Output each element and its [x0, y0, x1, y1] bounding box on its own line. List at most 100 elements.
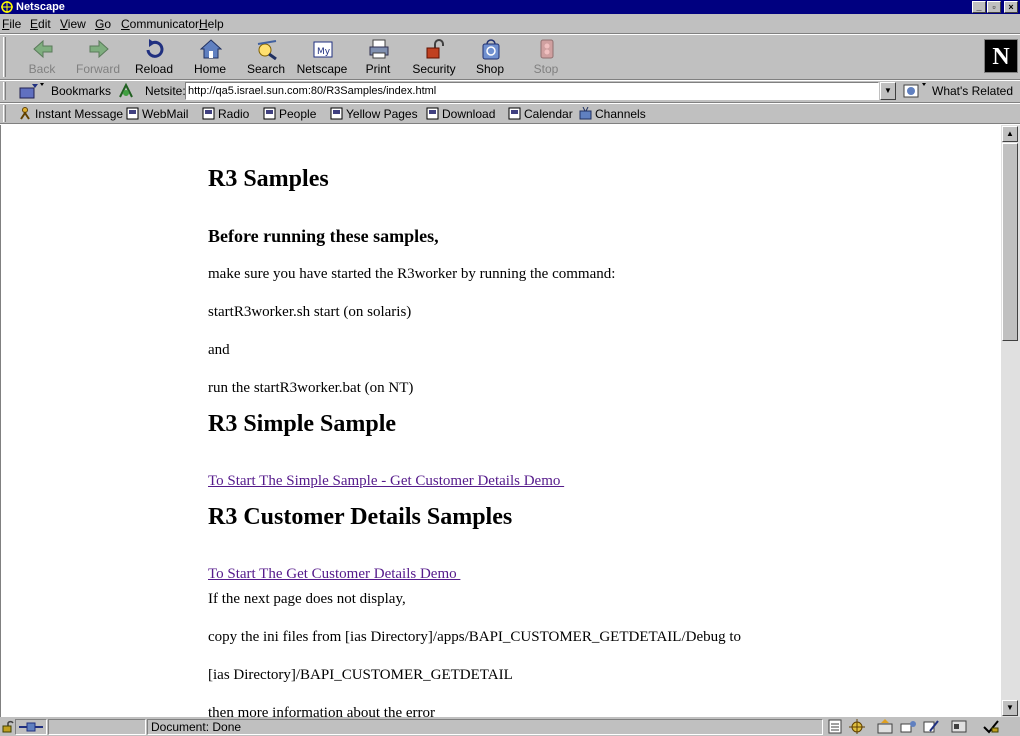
menu-edit[interactable]: Edit: [30, 17, 51, 31]
stop-icon: [540, 39, 554, 59]
personal-channels[interactable]: Channels: [579, 107, 646, 121]
security-button[interactable]: Security: [406, 35, 462, 79]
plug-icon: [19, 722, 43, 732]
channels-icon: [579, 107, 592, 120]
menu-help[interactable]: Help: [199, 17, 224, 31]
scroll-down-button[interactable]: ▼: [1002, 700, 1018, 716]
bookmarks-button[interactable]: Bookmarks: [51, 84, 111, 98]
personal-radio[interactable]: Radio: [202, 107, 249, 121]
arrow-up-icon: ▲: [1006, 129, 1014, 138]
netscape-logo-icon: [1, 1, 13, 13]
search-button[interactable]: Search: [238, 35, 294, 79]
paragraph: and: [208, 342, 230, 358]
stop-button[interactable]: Stop: [518, 35, 574, 79]
search-icon: [257, 40, 277, 60]
url-input[interactable]: http://qa5.israel.sun.com:80/R3Samples/i…: [185, 82, 879, 100]
my-netscape-icon: My: [313, 41, 333, 58]
netsite-label: Netsite:: [145, 84, 186, 98]
netscape-button[interactable]: My Netscape: [294, 35, 350, 79]
component-bar-newsgroups-icon[interactable]: [900, 719, 918, 734]
progress-panel: [48, 719, 146, 735]
bookmarks-icon: [19, 83, 44, 99]
component-bar-tasks-icon[interactable]: [982, 719, 1000, 734]
home-icon: [200, 39, 222, 59]
menu-view[interactable]: View: [60, 17, 86, 31]
menu-file[interactable]: File: [2, 17, 21, 31]
toolbar-grip[interactable]: [3, 82, 6, 100]
personal-download[interactable]: Download: [426, 107, 495, 121]
component-bar-navigator-icon[interactable]: [826, 719, 844, 734]
link-customer-details[interactable]: To Start The Get Customer Details Demo: [208, 566, 460, 583]
reload-button[interactable]: Reload: [126, 35, 182, 79]
back-button[interactable]: Back: [14, 35, 70, 79]
paragraph: run the startR3worker.bat (on NT): [208, 380, 414, 396]
heading-r3-customer-details: R3 Customer Details Samples: [208, 504, 513, 530]
close-button[interactable]: ×: [1004, 1, 1018, 13]
location-toolbar: Bookmarks Netsite: http://qa5.israel.sun…: [0, 80, 1020, 102]
personal-toolbar: Instant Message WebMail Radio People Yel…: [0, 103, 1020, 124]
heading-before-running: Before running these samples,: [208, 226, 439, 246]
status-bar: Document: Done: [0, 717, 1020, 736]
window-title: Netscape: [16, 1, 65, 13]
page-proxy-icon[interactable]: [117, 82, 135, 100]
printer-icon: [369, 39, 389, 59]
heading-r3-samples: R3 Samples: [208, 166, 329, 192]
connection-indicator: [15, 719, 47, 735]
person-icon: [20, 107, 30, 120]
scroll-up-button[interactable]: ▲: [1002, 126, 1018, 142]
print-button[interactable]: Print: [350, 35, 406, 79]
home-button[interactable]: Home: [182, 35, 238, 79]
chevron-down-icon: ▼: [884, 86, 892, 95]
forward-button[interactable]: Forward: [70, 35, 126, 79]
paragraph: copy the ini files from [ias Directory]/…: [208, 629, 742, 645]
link-simple-sample[interactable]: To Start The Simple Sample - Get Custome…: [208, 473, 564, 490]
url-dropdown-button[interactable]: ▼: [880, 82, 896, 100]
toolbar-grip[interactable]: [3, 37, 6, 77]
shopping-bag-icon: [482, 39, 500, 60]
reload-icon: [146, 39, 164, 58]
menu-go[interactable]: Go: [95, 17, 111, 31]
personal-webmail[interactable]: WebMail: [126, 107, 188, 121]
personal-calendar[interactable]: Calendar: [508, 107, 573, 121]
restore-button[interactable]: ▫: [987, 1, 1001, 13]
minimize-button[interactable]: _: [972, 1, 986, 13]
scroll-thumb[interactable]: [1002, 143, 1018, 341]
lock-icon: [426, 39, 444, 59]
component-bar-navigator-2-icon[interactable]: [848, 719, 866, 734]
back-arrow-icon: [33, 39, 53, 59]
personal-people[interactable]: People: [263, 107, 316, 121]
paragraph: then more information about the error: [208, 705, 436, 717]
paragraph: startR3worker.sh start (on solaris): [208, 304, 412, 320]
paragraph: If the next page does not display,: [208, 591, 406, 607]
component-bar-address-book-icon[interactable]: [950, 719, 968, 734]
personal-yellow-pages[interactable]: Yellow Pages: [330, 107, 418, 121]
security-lock-icon[interactable]: [2, 720, 14, 733]
bookmark-page-icon: [263, 107, 276, 120]
bookmark-page-icon: [426, 107, 439, 120]
page-content: R3 Samples Before running these samples,…: [0, 125, 1001, 717]
status-text: Document: Done: [147, 719, 823, 735]
vertical-scrollbar[interactable]: ▲ ▼: [1001, 125, 1020, 717]
paragraph: make sure you have started the R3worker …: [208, 266, 616, 282]
arrow-down-icon: ▼: [1006, 703, 1014, 712]
bookmark-page-icon: [202, 107, 215, 120]
whats-related-button[interactable]: What's Related: [932, 84, 1013, 98]
title-bar: Netscape _ ▫ ×: [0, 0, 1020, 14]
menu-bar: File Edit View Go Communicator Help: [0, 14, 1020, 33]
navigation-toolbar: Back Forward Reload Home Search My Netsc…: [0, 35, 1020, 79]
bookmark-page-icon: [508, 107, 521, 120]
menu-communicator[interactable]: Communicator: [121, 17, 199, 31]
bookmark-page-icon: [330, 107, 343, 120]
component-bar-composer-icon[interactable]: [922, 719, 940, 734]
shop-button[interactable]: Shop: [462, 35, 518, 79]
paragraph: [ias Directory]/BAPI_CUSTOMER_GETDETAIL: [208, 667, 513, 683]
forward-arrow-icon: [89, 39, 109, 59]
whats-related-icon: [903, 83, 926, 98]
personal-instant-message[interactable]: Instant Message: [19, 107, 123, 121]
netscape-throbber-logo[interactable]: N: [984, 39, 1018, 73]
bookmark-page-icon: [126, 107, 139, 120]
heading-r3-simple-sample: R3 Simple Sample: [208, 411, 397, 437]
toolbar-grip[interactable]: [3, 105, 6, 122]
svg-text:My: My: [317, 47, 331, 57]
component-bar-mail-icon[interactable]: [876, 719, 894, 734]
